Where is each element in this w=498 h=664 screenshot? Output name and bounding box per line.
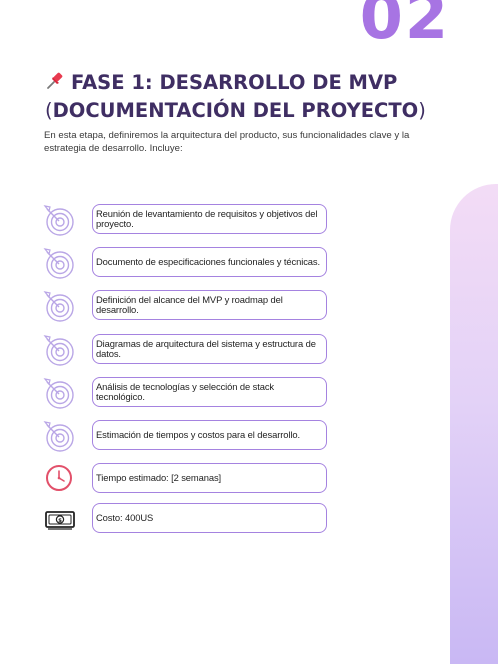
list-item: Diagramas de arquitectura del sistema y …	[42, 333, 342, 367]
target-icon	[42, 246, 76, 280]
title-close-paren: )	[418, 99, 426, 122]
side-decoration	[450, 184, 498, 664]
list-item: $ Costo: 400US	[42, 502, 342, 536]
list-item: Reunión de levantamiento de requisitos y…	[42, 203, 342, 237]
title-open-paren: (	[45, 99, 53, 122]
list-item: Documento de especificaciones funcionale…	[42, 246, 342, 280]
target-icon	[42, 203, 76, 237]
item-text: Reunión de levantamiento de requisitos y…	[96, 207, 318, 229]
item-text: Análisis de tecnologías y selección de s…	[96, 380, 274, 402]
target-icon	[42, 333, 76, 367]
item-box: Diagramas de arquitectura del sistema y …	[92, 334, 327, 364]
page-number: 02	[359, 0, 450, 53]
title-line2: DOCUMENTACIÓN DEL PROYECTO	[52, 99, 419, 122]
list-item: Análisis de tecnologías y selección de s…	[42, 376, 342, 410]
title-line1: FASE 1: DESARROLLO DE MVP	[71, 71, 398, 94]
item-text: Diagramas de arquitectura del sistema y …	[96, 337, 316, 359]
clock-icon	[42, 462, 76, 496]
item-text: Costo: 400US	[96, 511, 154, 523]
page-title: FASE 1: DESARROLLO DE MVP (DOCUMENTACIÓN…	[45, 70, 445, 124]
money-icon: $	[42, 502, 76, 536]
intro-text: En esta etapa, definiremos la arquitectu…	[44, 130, 410, 154]
item-text: Definición del alcance del MVP y roadmap…	[96, 293, 283, 315]
item-text: Estimación de tiempos y costos para el d…	[96, 428, 300, 440]
item-box: Definición del alcance del MVP y roadmap…	[92, 290, 327, 320]
item-text: Tiempo estimado: [2 semanas]	[96, 471, 222, 483]
item-box: Reunión de levantamiento de requisitos y…	[92, 204, 327, 234]
list-item: Estimación de tiempos y costos para el d…	[42, 419, 342, 453]
item-box: Tiempo estimado: [2 semanas]	[92, 463, 327, 493]
target-icon	[42, 419, 76, 453]
pushpin-icon	[45, 71, 67, 98]
target-icon	[42, 289, 76, 323]
item-box: Documento de especificaciones funcionale…	[92, 247, 327, 277]
item-text: Documento de especificaciones funcionale…	[96, 255, 320, 267]
list-item: Definición del alcance del MVP y roadmap…	[42, 289, 342, 323]
svg-text:$: $	[58, 518, 62, 524]
item-box: Análisis de tecnologías y selección de s…	[92, 377, 327, 407]
item-box: Costo: 400US	[92, 503, 327, 533]
target-icon	[42, 376, 76, 410]
item-box: Estimación de tiempos y costos para el d…	[92, 420, 327, 450]
list-item: Tiempo estimado: [2 semanas]	[42, 462, 342, 496]
